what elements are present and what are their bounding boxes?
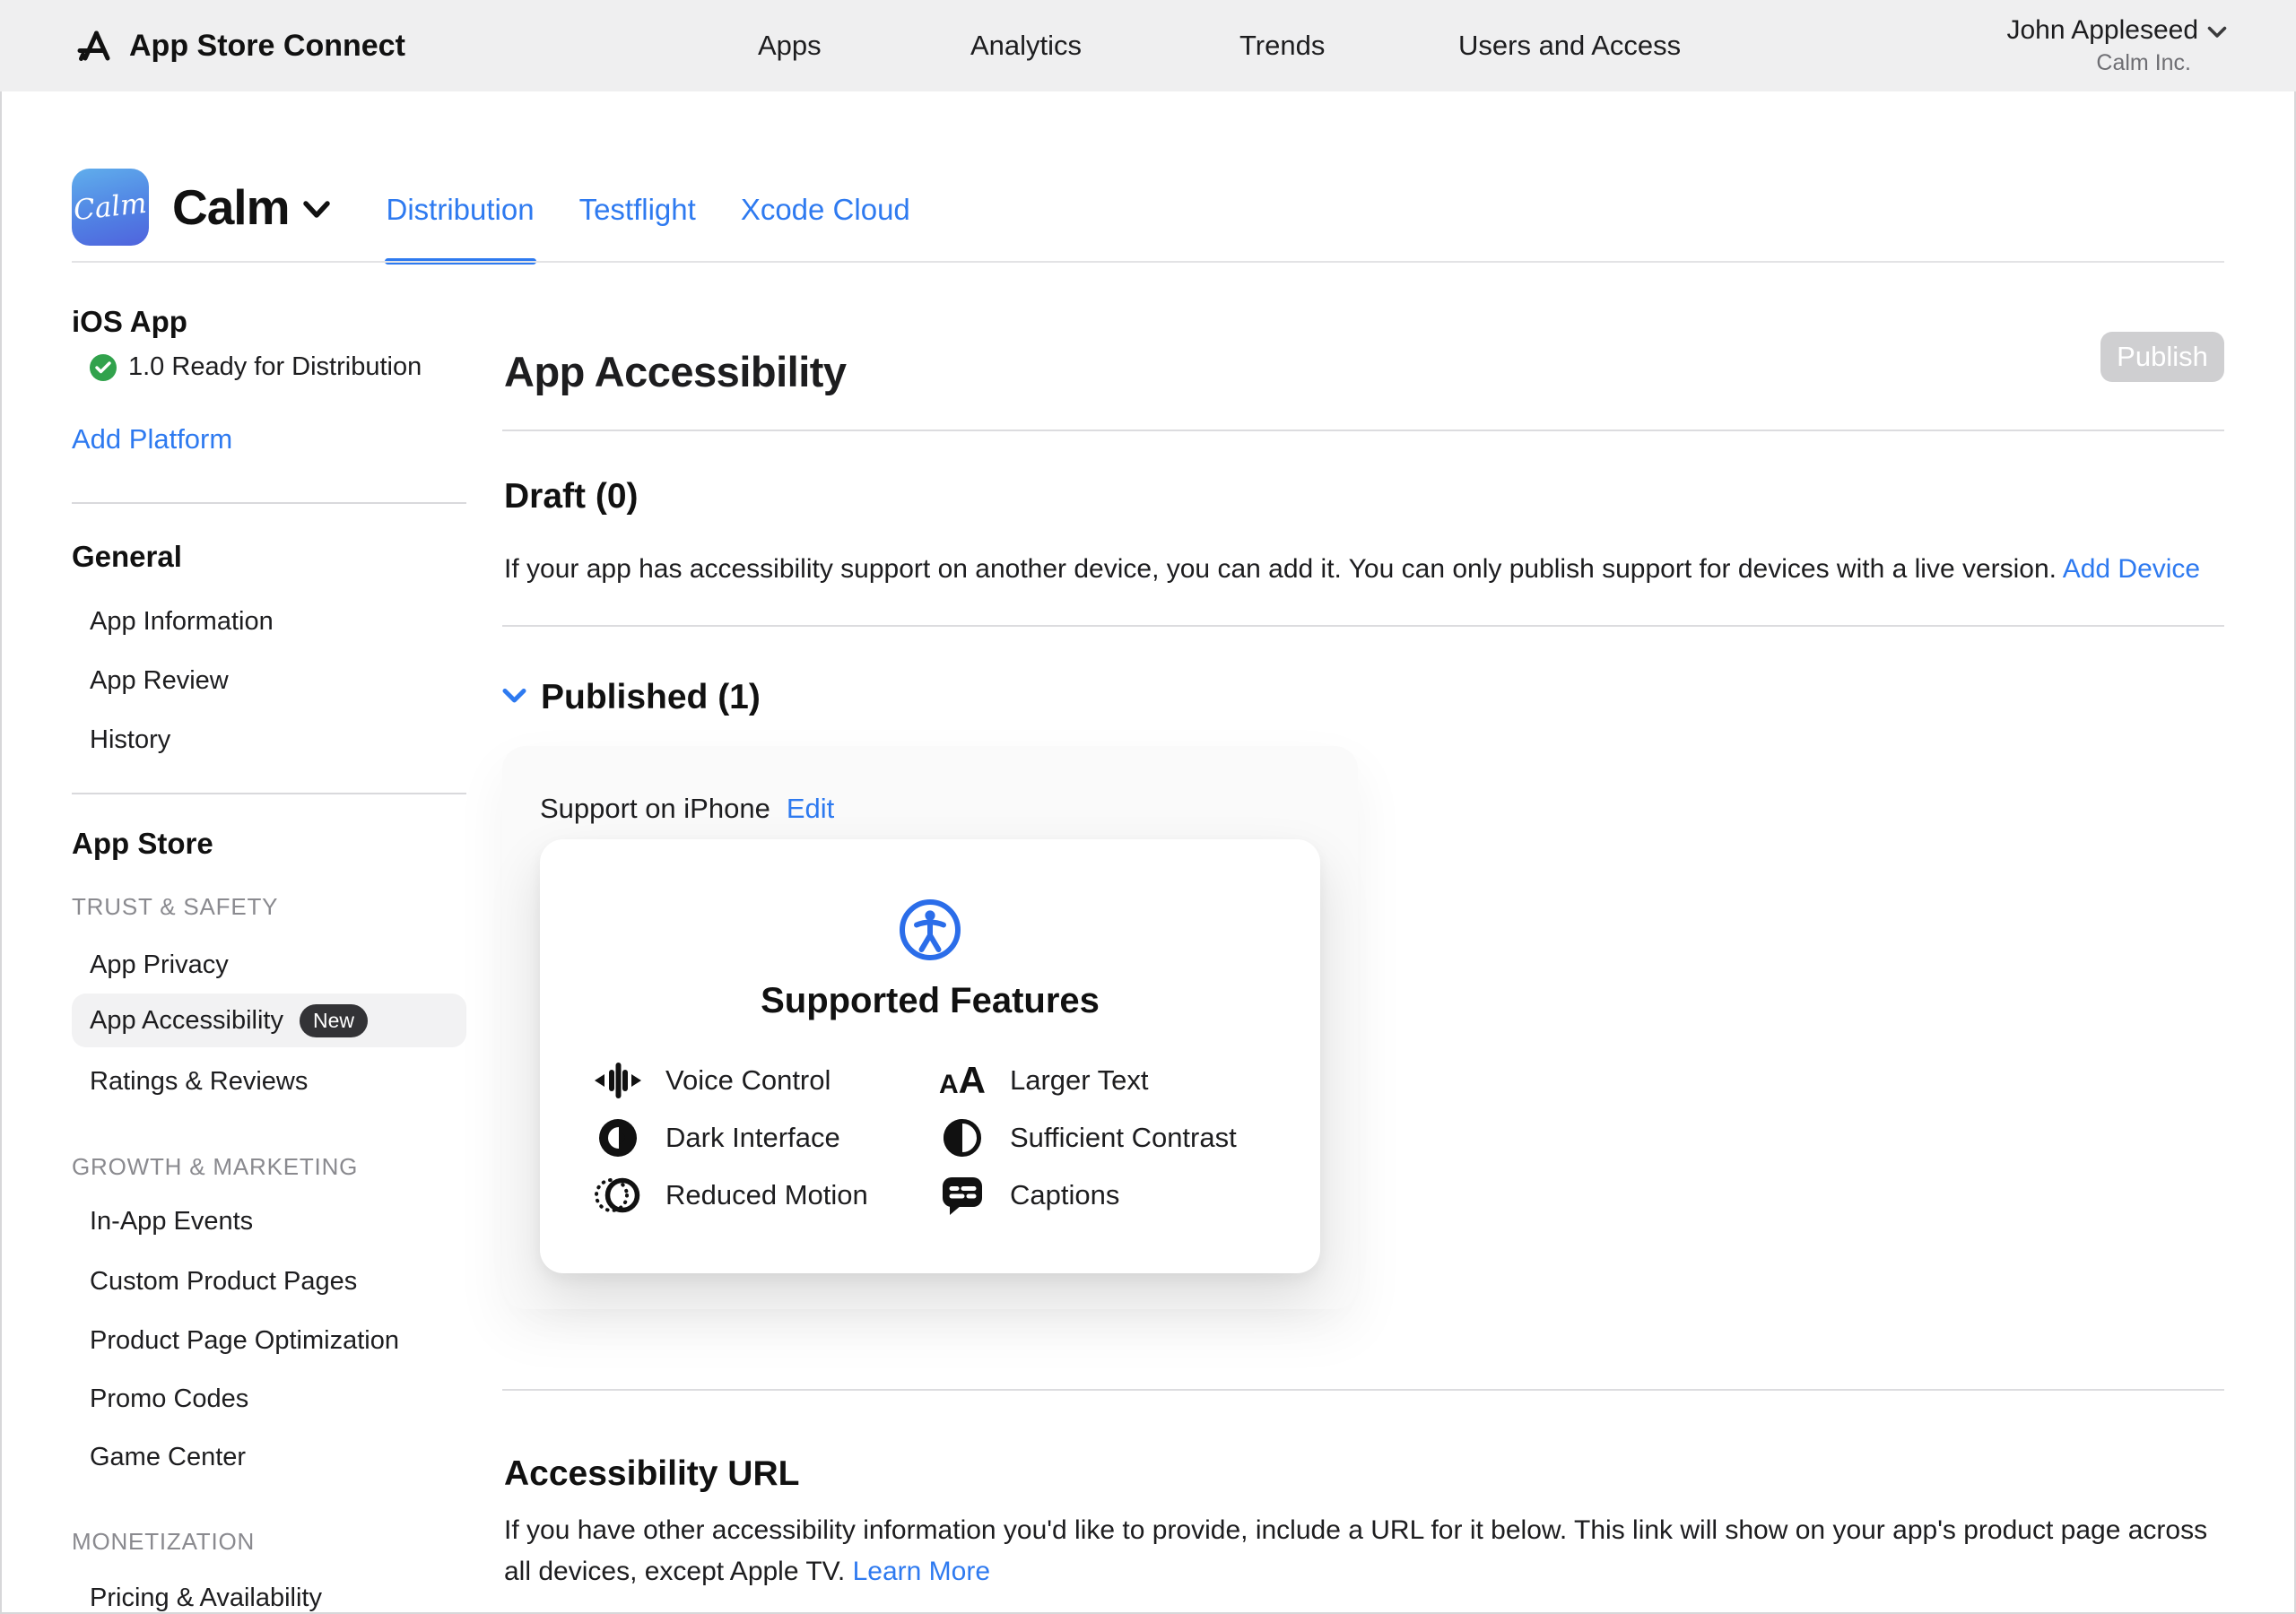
feature-label: Reduced Motion xyxy=(665,1179,868,1211)
main-content: App Accessibility Publish Draft (0) If y… xyxy=(502,0,2224,1614)
accessibility-url-heading: Accessibility URL xyxy=(504,1454,799,1494)
version-status-row[interactable]: 1.0 Ready for Distribution xyxy=(90,352,422,382)
sidebar-item-app-review[interactable]: App Review xyxy=(90,666,229,696)
feature-label: Dark Interface xyxy=(665,1122,840,1154)
new-badge: New xyxy=(300,1004,368,1037)
sidebar-item-promo-codes[interactable]: Promo Codes xyxy=(90,1384,248,1414)
feature-larger-text: AA Larger Text xyxy=(938,1060,1149,1101)
publish-button[interactable]: Publish xyxy=(2100,332,2224,382)
add-platform-link[interactable]: Add Platform xyxy=(72,423,232,456)
version-status-label: 1.0 Ready for Distribution xyxy=(128,352,422,382)
sidebar: iOS App 1.0 Ready for Distribution Add P… xyxy=(72,0,466,1614)
sidebar-item-in-app-events[interactable]: In-App Events xyxy=(90,1207,253,1237)
feature-sufficient-contrast: Sufficient Contrast xyxy=(938,1117,1237,1158)
sidebar-group-trust-safety: TRUST & SAFETY xyxy=(72,893,278,921)
content-divider xyxy=(502,625,2224,627)
sidebar-heading-ios-app: iOS App xyxy=(72,305,187,339)
content-divider xyxy=(502,1389,2224,1391)
feature-voice-control: Voice Control xyxy=(594,1060,831,1101)
dark-interface-icon xyxy=(594,1117,642,1158)
sidebar-item-app-information[interactable]: App Information xyxy=(90,607,274,637)
sidebar-group-growth-marketing: GROWTH & MARKETING xyxy=(72,1153,358,1181)
supported-features-title: Supported Features xyxy=(540,981,1320,1021)
published-section-heading: Published (1) xyxy=(541,678,761,717)
content-divider xyxy=(502,430,2224,431)
captions-icon xyxy=(938,1175,987,1216)
feature-label: Captions xyxy=(1010,1179,1119,1211)
sidebar-item-game-center[interactable]: Game Center xyxy=(90,1443,246,1472)
sidebar-item-history[interactable]: History xyxy=(90,725,170,755)
sidebar-group-monetization: MONETIZATION xyxy=(72,1528,255,1556)
feature-captions: Captions xyxy=(938,1175,1119,1216)
page-title: App Accessibility xyxy=(504,347,847,396)
support-card-title: Support on iPhone xyxy=(540,793,770,825)
feature-label: Voice Control xyxy=(665,1064,831,1097)
sidebar-item-app-privacy[interactable]: App Privacy xyxy=(90,950,229,980)
check-circle-icon xyxy=(90,354,117,381)
supported-features-panel: Supported Features Voice Control xyxy=(540,839,1320,1273)
sidebar-heading-general: General xyxy=(72,540,182,574)
feature-label: Larger Text xyxy=(1010,1064,1149,1097)
accessibility-url-text: If you have other accessibility informat… xyxy=(504,1510,2221,1592)
published-support-card: Support on iPhone Edit Supported Feature… xyxy=(502,746,1358,1309)
larger-text-icon: AA xyxy=(938,1059,987,1102)
sidebar-item-ratings-reviews[interactable]: Ratings & Reviews xyxy=(90,1067,308,1097)
accessibility-icon xyxy=(897,897,963,968)
sidebar-item-label: App Accessibility xyxy=(90,1006,283,1036)
feature-reduced-motion: Reduced Motion xyxy=(594,1175,868,1216)
add-device-link[interactable]: Add Device xyxy=(2063,554,2200,584)
draft-section-text: If your app has accessibility support on… xyxy=(504,549,2217,590)
voice-control-icon xyxy=(594,1060,642,1101)
feature-label: Sufficient Contrast xyxy=(1010,1122,1237,1154)
sidebar-divider xyxy=(72,502,466,504)
sidebar-item-pricing-availability[interactable]: Pricing & Availability xyxy=(90,1584,322,1613)
sidebar-item-app-accessibility[interactable]: App Accessibility New xyxy=(72,994,466,1047)
draft-section-heading: Draft (0) xyxy=(504,477,639,516)
draft-text: If your app has accessibility support on… xyxy=(504,554,2057,584)
sufficient-contrast-icon xyxy=(938,1117,987,1158)
sidebar-item-custom-product-pages[interactable]: Custom Product Pages xyxy=(90,1267,357,1297)
reduced-motion-icon xyxy=(594,1175,642,1216)
support-card-header: Support on iPhone Edit xyxy=(540,793,834,825)
sidebar-divider xyxy=(72,793,466,794)
learn-more-link[interactable]: Learn More xyxy=(853,1557,990,1586)
edit-link[interactable]: Edit xyxy=(787,793,834,825)
sidebar-heading-app-store: App Store xyxy=(72,827,213,861)
feature-dark-interface: Dark Interface xyxy=(594,1117,840,1158)
url-text: If you have other accessibility informat… xyxy=(504,1515,2207,1586)
app-store-connect-page: App Store Connect Apps Analytics Trends … xyxy=(0,0,2296,1614)
sidebar-item-product-page-optimization[interactable]: Product Page Optimization xyxy=(90,1326,399,1356)
chevron-down-icon[interactable] xyxy=(502,688,526,708)
published-section-heading-row[interactable]: Published (1) xyxy=(502,678,761,717)
